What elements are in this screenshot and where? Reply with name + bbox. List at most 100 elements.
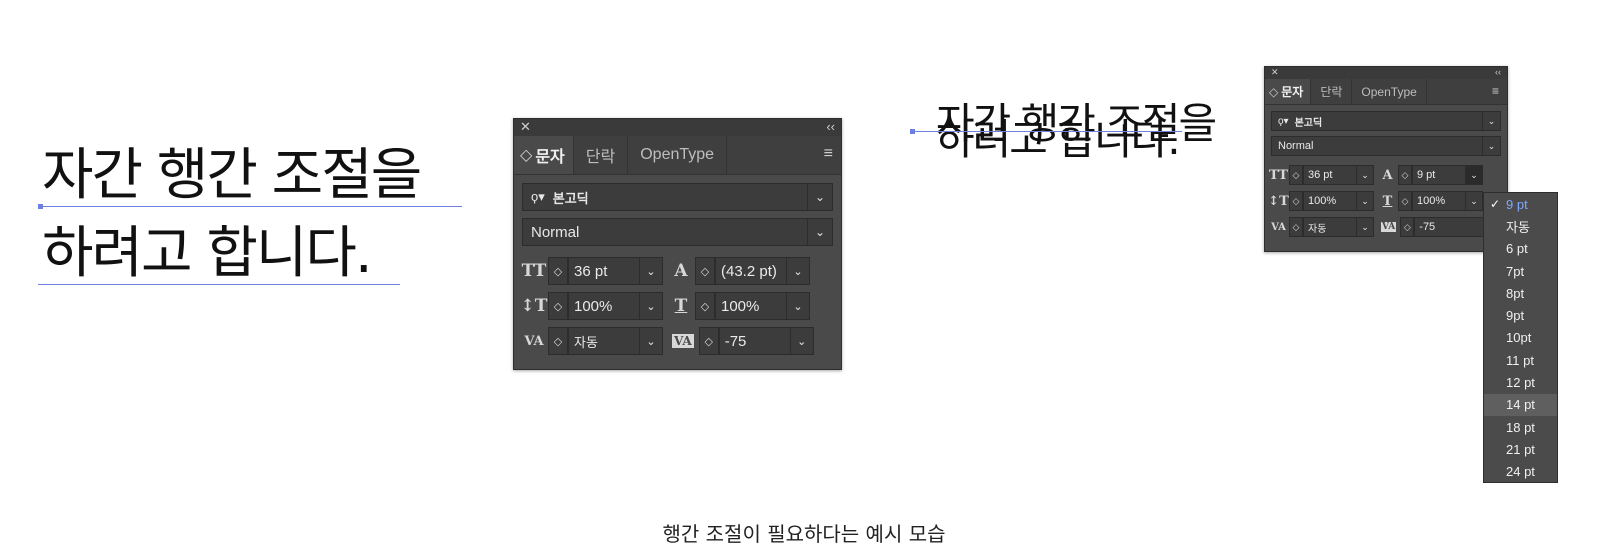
vertical-scale-input[interactable]: 100% ⌄ [1303,191,1374,211]
horizontal-scale-stepper[interactable]: ◇ [695,292,715,320]
chevron-down-icon[interactable]: ⌄ [786,258,809,284]
tab-paragraph[interactable]: 단락 [574,136,629,174]
tab-opentype[interactable]: OpenType [1352,79,1427,104]
chevron-down-icon[interactable]: ⌄ [1482,137,1500,155]
sample-line-1-text: 자간 행간 조절을 [42,143,422,208]
chevron-down-icon[interactable]: ⌄ [786,293,809,319]
vertical-scale-value: 100% [574,297,613,315]
horizontal-scale-input[interactable]: 100% ⌄ [1412,191,1483,211]
dropdown-item-label: 14 pt [1506,397,1535,413]
kerning-input[interactable]: 자동 ⌄ [1303,217,1374,237]
tab-paragraph[interactable]: 단락 [1311,79,1353,104]
kerning-icon: VA [524,333,544,349]
text-anchor-point[interactable] [38,204,43,209]
horizontal-scale-input[interactable]: 100% ⌄ [715,292,810,320]
leading-dropdown-list[interactable]: ✓ 9 pt 자동 6 pt 7pt 8pt 9pt 10pt 11 pt 12 … [1483,192,1558,483]
chevron-down-icon[interactable]: ⌄ [639,258,662,284]
dropdown-item[interactable]: 18 pt [1484,416,1557,438]
horizontal-scale-icon: T [1382,193,1393,209]
sample-line-2-text: 하려고 합니다. [936,115,1181,164]
tab-label: 문자 [535,149,565,166]
font-size-stepper[interactable]: ◇ [1289,165,1303,185]
chevron-down-icon[interactable]: ⌄ [1356,218,1373,236]
dropdown-item[interactable]: 8pt [1484,282,1557,304]
dropdown-item[interactable]: 11 pt [1484,349,1557,371]
kerning-value: 자동 [574,335,598,351]
kerning-stepper[interactable]: ◇ [1289,217,1303,237]
collapse-icon[interactable]: ‹‹ [826,119,835,134]
font-size-input[interactable]: 36 pt ⌄ [568,257,663,285]
panel-menu-icon[interactable]: ≡ [824,145,833,163]
settings-row: TT ◇ 36 pt ⌄ A ◇ (43.2 pt) ⌄ [520,256,841,286]
sample-line-2-text: 하려고 합니다. [42,221,373,286]
leading-input[interactable]: (43.2 pt) ⌄ [715,257,810,285]
horizontal-scale-stepper[interactable]: ◇ [1398,191,1412,211]
font-style-select[interactable]: Normal ⌄ [522,218,833,246]
panel-titlebar: ✕ ‹‹ [1265,67,1507,79]
panel-menu-icon[interactable]: ≡ [1492,84,1499,98]
font-size-icon: TT [1269,167,1288,183]
text-baseline [912,131,1182,132]
leading-stepper[interactable]: ◇ [695,257,715,285]
tracking-icon: VA [672,334,694,348]
tracking-stepper[interactable]: ◇ [1400,217,1415,237]
dropdown-item-hovered[interactable]: 14 pt [1484,393,1557,416]
chevron-down-icon[interactable]: ⌄ [807,184,832,210]
tracking-stepper[interactable]: ◇ [698,327,719,355]
dropdown-item-label: 9 pt [1506,196,1528,212]
font-family-select[interactable]: ϙ▾ 본고딕 ⌄ [1271,111,1501,131]
sample-line-2: 하려고 합니다. [38,226,420,286]
dropdown-item-auto[interactable]: 자동 [1484,215,1557,237]
dropdown-item-label: 24 pt [1506,464,1535,480]
tracking-input[interactable]: -75 ⌄ [718,327,814,355]
tracking-input[interactable]: -75 [1414,217,1486,237]
chevron-down-icon[interactable]: ⌄ [789,328,813,354]
leading-stepper[interactable]: ◇ [1398,165,1412,185]
dropdown-item[interactable]: 21 pt [1484,438,1557,460]
dropdown-item[interactable]: 12 pt [1484,371,1557,393]
sort-icon: ◇ [1269,84,1279,99]
chevron-down-icon[interactable]: ⌄ [639,328,662,354]
vertical-scale-stepper[interactable]: ◇ [1289,191,1303,211]
close-icon[interactable]: ✕ [1271,67,1279,78]
dropdown-item[interactable]: 7pt [1484,260,1557,282]
kerning-stepper[interactable]: ◇ [548,327,568,355]
tab-label: OpenType [640,146,715,163]
font-size-stepper[interactable]: ◇ [548,257,568,285]
font-size-input[interactable]: 36 pt ⌄ [1303,165,1374,185]
dropdown-item-label: 자동 [1506,219,1530,235]
tab-character[interactable]: ◇ 문자 [1265,79,1312,104]
dropdown-item-9pt-selected[interactable]: ✓ 9 pt [1484,193,1557,215]
dropdown-item[interactable]: 9pt [1484,304,1557,326]
leading-input[interactable]: 9 pt ⌄ [1412,165,1483,185]
vertical-scale-icon: ↕T [520,296,548,316]
text-anchor-point[interactable] [910,129,915,134]
font-size-icon: TT [521,261,547,281]
font-family-select[interactable]: ϙ▾ 본고딕 ⌄ [522,183,833,211]
chevron-down-icon[interactable]: ⌄ [1356,192,1373,210]
dropdown-item[interactable]: 10pt [1484,327,1557,349]
vertical-scale-stepper[interactable]: ◇ [548,292,568,320]
chevron-down-icon[interactable]: ⌄ [1482,112,1500,130]
horizontal-scale-value: 100% [721,297,760,315]
chevron-down-icon[interactable]: ⌄ [807,219,832,245]
figure-caption: 행간 조절이 필요하다는 예시 모습 [662,522,946,546]
chevron-down-icon[interactable]: ⌄ [1465,192,1482,210]
font-size-value: 36 pt [1308,169,1333,181]
dropdown-item[interactable]: 6 pt [1484,238,1557,260]
tab-character[interactable]: ◇ 문자 [514,136,574,174]
dropdown-item[interactable]: 24 pt [1484,461,1557,482]
tab-opentype[interactable]: OpenType [628,136,728,174]
font-search-icon[interactable]: ϙ▾ [531,189,545,205]
font-search-icon[interactable]: ϙ▾ [1278,116,1289,127]
chevron-down-icon[interactable]: ⌄ [1356,166,1373,184]
font-style-select[interactable]: Normal ⌄ [1271,136,1501,156]
kerning-input[interactable]: 자동 ⌄ [568,327,663,355]
chevron-down-icon[interactable]: ⌄ [1465,166,1482,184]
close-icon[interactable]: ✕ [520,119,531,135]
panel-tabs: ◇ 문자 단락 OpenType ≡ [1265,79,1507,105]
horizontal-scale-icon: T [674,296,688,316]
collapse-icon[interactable]: ‹‹ [1495,67,1501,77]
chevron-down-icon[interactable]: ⌄ [639,293,662,319]
vertical-scale-input[interactable]: 100% ⌄ [568,292,663,320]
